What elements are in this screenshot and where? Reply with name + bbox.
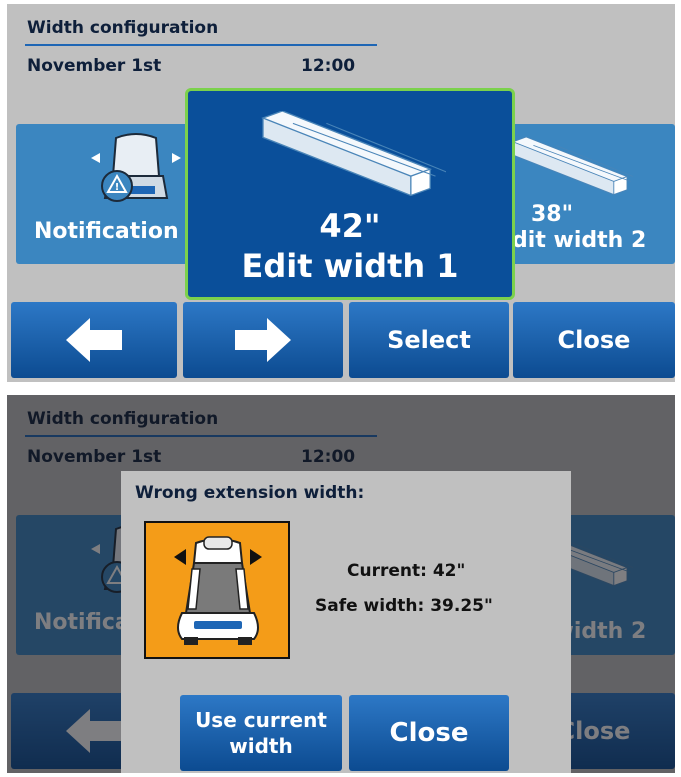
- close-button[interactable]: Close: [513, 302, 675, 378]
- bed-notification-icon: !: [91, 133, 181, 202]
- button-label-line1: Use current: [195, 708, 327, 732]
- width-value: 42": [319, 207, 381, 245]
- edit-width-2-tile[interactable]: 38" Edit width 2: [501, 124, 675, 264]
- header-divider: [25, 44, 377, 46]
- tile-label: Notification: [34, 219, 179, 244]
- width-value: 38": [531, 202, 574, 227]
- select-button[interactable]: Select: [349, 302, 509, 378]
- date-display: November 1st: [27, 56, 162, 76]
- safe-width-text: Safe width: 39.25": [315, 596, 493, 616]
- previous-button[interactable]: [11, 302, 177, 378]
- arrow-left-icon: [66, 318, 122, 362]
- current-width-text: Current: 42": [347, 561, 466, 581]
- svg-text:!: !: [115, 182, 120, 193]
- dialog-title: Wrong extension width:: [135, 483, 365, 503]
- use-current-width-button[interactable]: Use current width: [180, 695, 342, 771]
- button-label-line2: width: [229, 734, 293, 758]
- width-config-screen: Width configuration November 1st 12:00 !…: [7, 4, 675, 382]
- bed-warning-icon: [144, 521, 290, 659]
- width-config-screen-with-dialog: Width configuration November 1st 12:00 N…: [7, 395, 675, 773]
- tile-label: Edit width 1: [241, 247, 459, 285]
- wrong-width-dialog: Wrong extension width: Current: 42" Safe…: [121, 471, 571, 773]
- page-title: Width configuration: [27, 18, 219, 38]
- time-display: 12:00: [301, 56, 356, 76]
- notification-tile[interactable]: ! Notification: [16, 124, 206, 264]
- bed-top-view-icon: [174, 536, 262, 645]
- next-button[interactable]: [183, 302, 343, 378]
- width-extension-icon: [513, 136, 633, 196]
- edit-width-1-tile[interactable]: 42" Edit width 1: [185, 88, 515, 300]
- width-extension-icon: [262, 111, 446, 197]
- dialog-close-button[interactable]: Close: [349, 695, 509, 771]
- arrow-right-icon: [235, 318, 291, 362]
- tile-label: Edit width 2: [501, 228, 647, 253]
